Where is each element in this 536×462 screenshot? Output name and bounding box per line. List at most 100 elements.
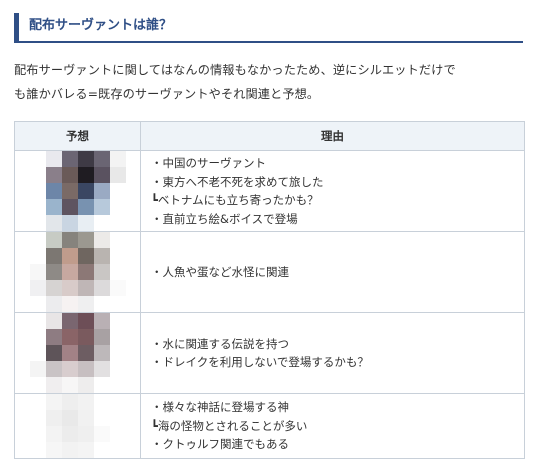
mosaic-tile <box>61 442 78 458</box>
mosaic-tile <box>77 361 94 377</box>
mosaic-tile <box>45 377 62 393</box>
mosaic-tile <box>45 296 62 312</box>
mosaic-tile <box>93 377 110 393</box>
prediction-image-cell <box>14 150 141 232</box>
mosaic-tile <box>93 345 110 361</box>
mosaic-tile <box>77 377 94 393</box>
mosaic-tile <box>29 280 46 296</box>
mosaic-tile <box>109 264 126 280</box>
mosaic-tile <box>109 394 126 410</box>
mosaic-tile <box>93 426 110 442</box>
mosaic-tile <box>109 280 126 296</box>
mosaic-tile <box>45 264 62 280</box>
mosaic-tile <box>61 296 78 312</box>
section-heading: 配布サーヴァントは誰？ <box>14 13 523 43</box>
mosaic-tile <box>77 232 94 248</box>
pixelated-portrait-image <box>29 151 126 231</box>
reason-line: ┗海の怪物とされることが多い <box>151 418 308 433</box>
mosaic-tile <box>29 361 46 377</box>
mosaic-tile <box>109 151 126 167</box>
mosaic-tile <box>93 329 110 345</box>
reason-line: ・東方へ不老不死を求めて旅した <box>151 174 324 189</box>
mosaic-tile <box>109 199 126 215</box>
mosaic-tile <box>45 199 62 215</box>
mosaic-tile <box>93 394 110 410</box>
mosaic-tile <box>29 394 46 410</box>
reason-line: ・ドレイクを利用しないで登場するかも？ <box>151 355 369 369</box>
mosaic-tile <box>77 345 94 361</box>
mosaic-tile <box>29 199 46 215</box>
mosaic-tile <box>61 345 78 361</box>
mosaic-tile <box>109 329 126 345</box>
mosaic-tile <box>93 151 110 167</box>
mosaic-tile <box>93 410 110 426</box>
mosaic-tile <box>29 410 46 426</box>
mosaic-tile <box>45 329 62 345</box>
mosaic-tile <box>45 345 62 361</box>
mosaic-tile <box>61 264 78 280</box>
mosaic-tile <box>45 394 62 410</box>
mosaic-tile <box>109 377 126 393</box>
intro-line-1: 配布サーヴァントに関してはなんの情報もなかったため、逆にシルエットだけで <box>14 63 456 77</box>
mosaic-tile <box>45 313 62 329</box>
mosaic-tile <box>29 377 46 393</box>
header-prediction: 予想 <box>14 121 141 151</box>
mosaic-tile <box>29 167 46 183</box>
mosaic-tile <box>77 248 94 264</box>
mosaic-tile <box>61 361 78 377</box>
mosaic-tile <box>77 296 94 312</box>
mosaic-tile <box>29 215 46 231</box>
mosaic-tile <box>45 280 62 296</box>
mosaic-tile <box>109 442 126 458</box>
mosaic-tile <box>109 215 126 231</box>
mosaic-tile <box>61 215 78 231</box>
mosaic-tile <box>77 426 94 442</box>
prediction-table: 予想 理由 ・中国のサーヴァント ・東方へ不老不死を求めて旅した ┗ベトナムにも立ち… <box>14 121 525 459</box>
reason-line: ・クトゥルフ関連でもある <box>151 437 289 452</box>
mosaic-tile <box>29 232 46 248</box>
pixelated-portrait-image <box>29 313 126 393</box>
mosaic-tile <box>109 248 126 264</box>
mosaic-tile <box>45 361 62 377</box>
prediction-image-cell <box>14 231 141 313</box>
reason-cell: ・中国のサーヴァント ・東方へ不老不死を求めて旅した ┗ベトナムにも立ち寄ったかも？… <box>140 150 525 232</box>
table-row: ・水に関連する伝説を持つ・ドレイクを利用しないで登場するかも？ <box>14 312 525 394</box>
mosaic-tile <box>77 410 94 426</box>
mosaic-tile <box>109 361 126 377</box>
mosaic-tile <box>61 426 78 442</box>
table-row: ・様々な神話に登場する神 ┗海の怪物とされることが多い ・クトゥルフ関連でもある <box>14 393 525 459</box>
mosaic-tile <box>61 183 78 199</box>
mosaic-tile <box>77 199 94 215</box>
mosaic-tile <box>61 394 78 410</box>
intro-paragraph: 配布サーヴァントに関してはなんの情報もなかったため、逆にシルエットだけで も誰か… <box>14 58 526 106</box>
mosaic-tile <box>45 410 62 426</box>
mosaic-tile <box>29 426 46 442</box>
mosaic-tile <box>77 394 94 410</box>
mosaic-tile <box>45 426 62 442</box>
reason-line: ・様々な神話に登場する神 <box>151 400 289 415</box>
mosaic-tile <box>29 313 46 329</box>
mosaic-tile <box>93 232 110 248</box>
mosaic-tile <box>29 296 46 312</box>
mosaic-tile <box>77 280 94 296</box>
intro-line-2: も誰かバレる=既存のサーヴァントやそれ関連と予想。 <box>14 87 320 101</box>
prediction-image-cell <box>14 393 141 459</box>
mosaic-tile <box>77 264 94 280</box>
mosaic-tile <box>29 151 46 167</box>
mosaic-tile <box>61 151 78 167</box>
mosaic-tile <box>77 215 94 231</box>
mosaic-tile <box>61 199 78 215</box>
mosaic-tile <box>93 215 110 231</box>
mosaic-tile <box>109 183 126 199</box>
reason-line: ・水に関連する伝説を持つ <box>151 336 289 351</box>
prediction-image-cell <box>14 312 141 394</box>
mosaic-tile <box>109 167 126 183</box>
mosaic-tile <box>93 264 110 280</box>
mosaic-tile <box>93 313 110 329</box>
mosaic-tile <box>93 361 110 377</box>
mosaic-tile <box>61 248 78 264</box>
mosaic-tile <box>77 183 94 199</box>
mosaic-tile <box>109 296 126 312</box>
mosaic-tile <box>61 377 78 393</box>
mosaic-tile <box>93 167 110 183</box>
